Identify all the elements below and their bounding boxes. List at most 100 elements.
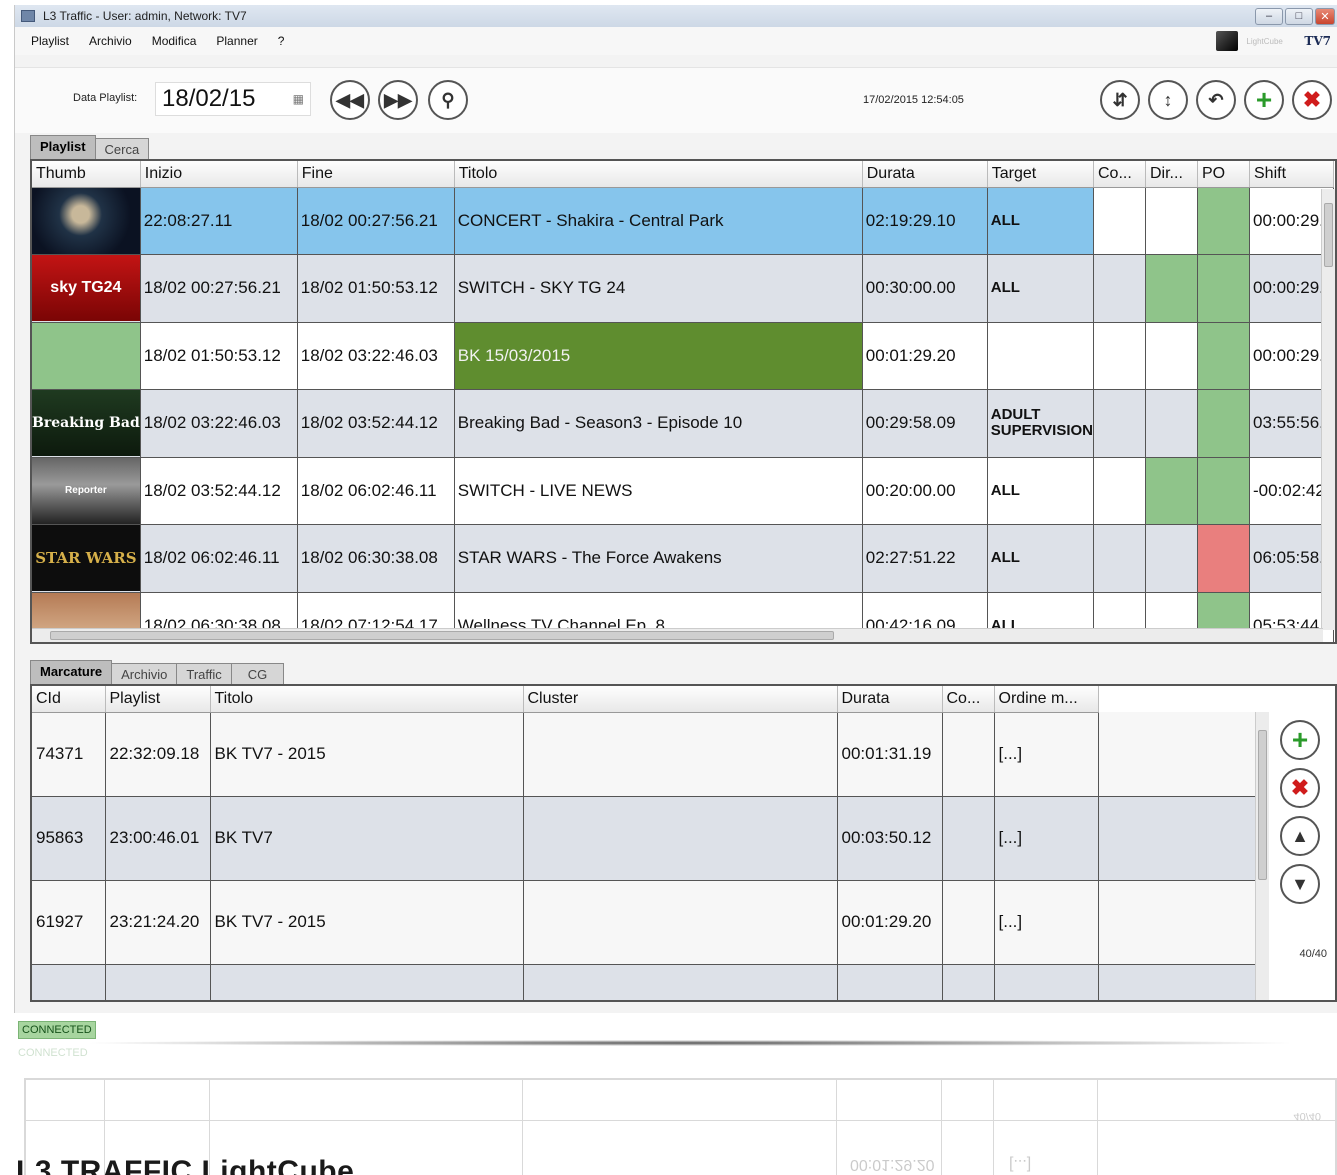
col-inizio[interactable]: Inizio	[140, 161, 298, 188]
menu-playlist[interactable]: Playlist	[15, 34, 79, 48]
durata-cell	[837, 964, 943, 1000]
playlist-row[interactable]: sky TG24 18/02 00:27:56.21 18/02 01:50:5…	[32, 254, 1335, 323]
tab-traffic[interactable]: Traffic	[176, 663, 232, 684]
col-playlist[interactable]: Playlist	[105, 686, 211, 713]
col-cluster[interactable]: Cluster	[523, 686, 838, 713]
move-down-button[interactable]: ▼	[1280, 864, 1320, 904]
move-up-button[interactable]: ▲	[1280, 816, 1320, 856]
co-cell	[1093, 322, 1146, 390]
menu-modifica[interactable]: Modifica	[142, 34, 207, 48]
inizio-cell: 18/02 03:52:44.12	[140, 457, 298, 525]
cid-cell: 95863	[32, 796, 106, 881]
maximize-button[interactable]: □	[1285, 7, 1313, 25]
col-co[interactable]: Co...	[942, 686, 995, 713]
collapse-button[interactable]: ⇵	[1100, 80, 1140, 120]
filler-cell	[1098, 796, 1255, 881]
marker-row[interactable]: 61927 23:21:24.20 BK TV7 - 2015 00:01:29…	[32, 880, 1255, 965]
po-cell	[1197, 254, 1250, 323]
markers-grid: CId Playlist Titolo Cluster Durata Co...…	[30, 684, 1337, 1002]
add-marker-button[interactable]: +	[1280, 720, 1320, 760]
tab-marcature[interactable]: Marcature	[30, 660, 113, 684]
playlist-hscroll-thumb[interactable]	[50, 631, 834, 640]
delete-button[interactable]: ✖	[1292, 80, 1332, 120]
marker-row[interactable]	[32, 964, 1255, 1000]
col-shift[interactable]: Shift	[1249, 161, 1335, 188]
col-thumb[interactable]: Thumb	[32, 161, 141, 188]
reflected-col-line	[941, 1080, 942, 1175]
cluster-cell	[523, 796, 838, 881]
playlist-row[interactable]: STAR WARS 18/02 06:02:46.11 18/02 06:30:…	[32, 524, 1335, 593]
add-button[interactable]: +	[1244, 80, 1284, 120]
ordine-cell[interactable]	[994, 964, 1099, 1000]
ordine-cell[interactable]: [...]	[994, 712, 1099, 797]
titolo-cell: BK TV7 - 2015	[210, 880, 524, 965]
tab-playlist[interactable]: Playlist	[30, 135, 96, 159]
menu-archivio[interactable]: Archivio	[79, 34, 142, 48]
col-empty	[1098, 686, 1255, 712]
window-title: L3 Traffic - User: admin, Network: TV7	[43, 9, 247, 23]
playlist-vertical-scrollbar[interactable]	[1321, 189, 1335, 630]
co-cell	[1093, 457, 1146, 525]
dir-cell	[1145, 187, 1198, 255]
expand-button[interactable]: ↕	[1148, 80, 1188, 120]
col-titolo[interactable]: Titolo	[210, 686, 524, 713]
col-titolo[interactable]: Titolo	[454, 161, 863, 188]
fine-cell: 18/02 03:22:46.03	[297, 322, 455, 390]
playlist-row[interactable]: Breaking Bad 18/02 03:22:46.03 18/02 03:…	[32, 389, 1335, 458]
playlist-cell: 23:21:24.20	[105, 880, 211, 965]
undo-button[interactable]: ↶	[1196, 80, 1236, 120]
delete-icon: ✖	[1302, 87, 1322, 112]
tab-archivio[interactable]: Archivio	[111, 663, 178, 684]
thumbnail-cell	[32, 187, 141, 255]
playlist-row[interactable]: 22:08:27.11 18/02 00:27:56.21 CONCERT - …	[32, 187, 1335, 255]
co-cell	[942, 796, 995, 881]
playlist-vscroll-thumb[interactable]	[1324, 203, 1333, 267]
col-durata[interactable]: Durata	[837, 686, 943, 713]
titolo-cell: SWITCH - SKY TG 24	[454, 254, 863, 323]
co-cell	[1093, 254, 1146, 323]
col-dir[interactable]: Dir...	[1145, 161, 1198, 188]
markers-vscroll-thumb[interactable]	[1258, 730, 1267, 880]
col-target[interactable]: Target	[987, 161, 1095, 188]
col-durata[interactable]: Durata	[862, 161, 988, 188]
menu-planner[interactable]: Planner	[206, 34, 267, 48]
date-playlist-input[interactable]: 18/02/15 ▦	[155, 82, 311, 116]
titolo-cell: BK TV7	[210, 796, 524, 881]
playlist-row[interactable]: 18/02 01:50:53.12 18/02 03:22:46.03 BK 1…	[32, 322, 1335, 390]
tab-cg[interactable]: CG	[230, 663, 285, 684]
rewind-icon: ◀◀	[336, 89, 364, 110]
thumbnail-cell: STAR WARS	[32, 524, 141, 593]
playlist-row[interactable]: Reporter 18/02 03:52:44.12 18/02 06:02:4…	[32, 457, 1335, 525]
rewind-button[interactable]: ◀◀	[330, 80, 370, 120]
menu-help[interactable]: ?	[268, 34, 295, 48]
empty-thumbnail	[32, 322, 140, 389]
fast-forward-button[interactable]: ▶▶	[378, 80, 418, 120]
calendar-icon[interactable]: ▦	[293, 92, 304, 106]
ordine-cell[interactable]: [...]	[994, 796, 1099, 881]
cid-cell: 74371	[32, 712, 106, 797]
minimize-button[interactable]: –	[1255, 7, 1283, 25]
playlist-horizontal-scrollbar[interactable]	[32, 628, 1323, 642]
remove-marker-button[interactable]: ✖	[1280, 768, 1320, 808]
marker-row[interactable]: 74371 22:32:09.18 BK TV7 - 2015 00:01:31…	[32, 712, 1255, 797]
markers-vertical-scrollbar[interactable]	[1255, 712, 1269, 1000]
col-ordine[interactable]: Ordine m...	[994, 686, 1099, 713]
breaking-bad-thumbnail: Breaking Bad	[32, 390, 140, 457]
dir-cell	[1145, 389, 1198, 458]
titolo-cell	[210, 964, 524, 1000]
thumbnail-cell	[32, 322, 141, 390]
marker-row[interactable]: 95863 23:00:46.01 BK TV7 00:03:50.12 [..…	[32, 796, 1255, 881]
col-cid[interactable]: CId	[32, 686, 106, 713]
reflected-row-line	[26, 1120, 1335, 1121]
tab-cerca[interactable]: Cerca	[94, 138, 150, 159]
col-co[interactable]: Co...	[1093, 161, 1146, 188]
thumbnail-cell: sky TG24	[32, 254, 141, 323]
close-window-button[interactable]: ✕	[1315, 7, 1335, 25]
target-cell	[987, 322, 1095, 390]
col-fine[interactable]: Fine	[297, 161, 455, 188]
toolbar: Data Playlist: 18/02/15 ▦ ◀◀ ▶▶ ⚲ 17/02/…	[15, 67, 1337, 133]
col-po[interactable]: PO	[1197, 161, 1250, 188]
ordine-cell[interactable]: [...]	[994, 880, 1099, 965]
target-cell: ADULT SUPERVISION	[987, 389, 1095, 458]
search-button[interactable]: ⚲	[428, 80, 468, 120]
